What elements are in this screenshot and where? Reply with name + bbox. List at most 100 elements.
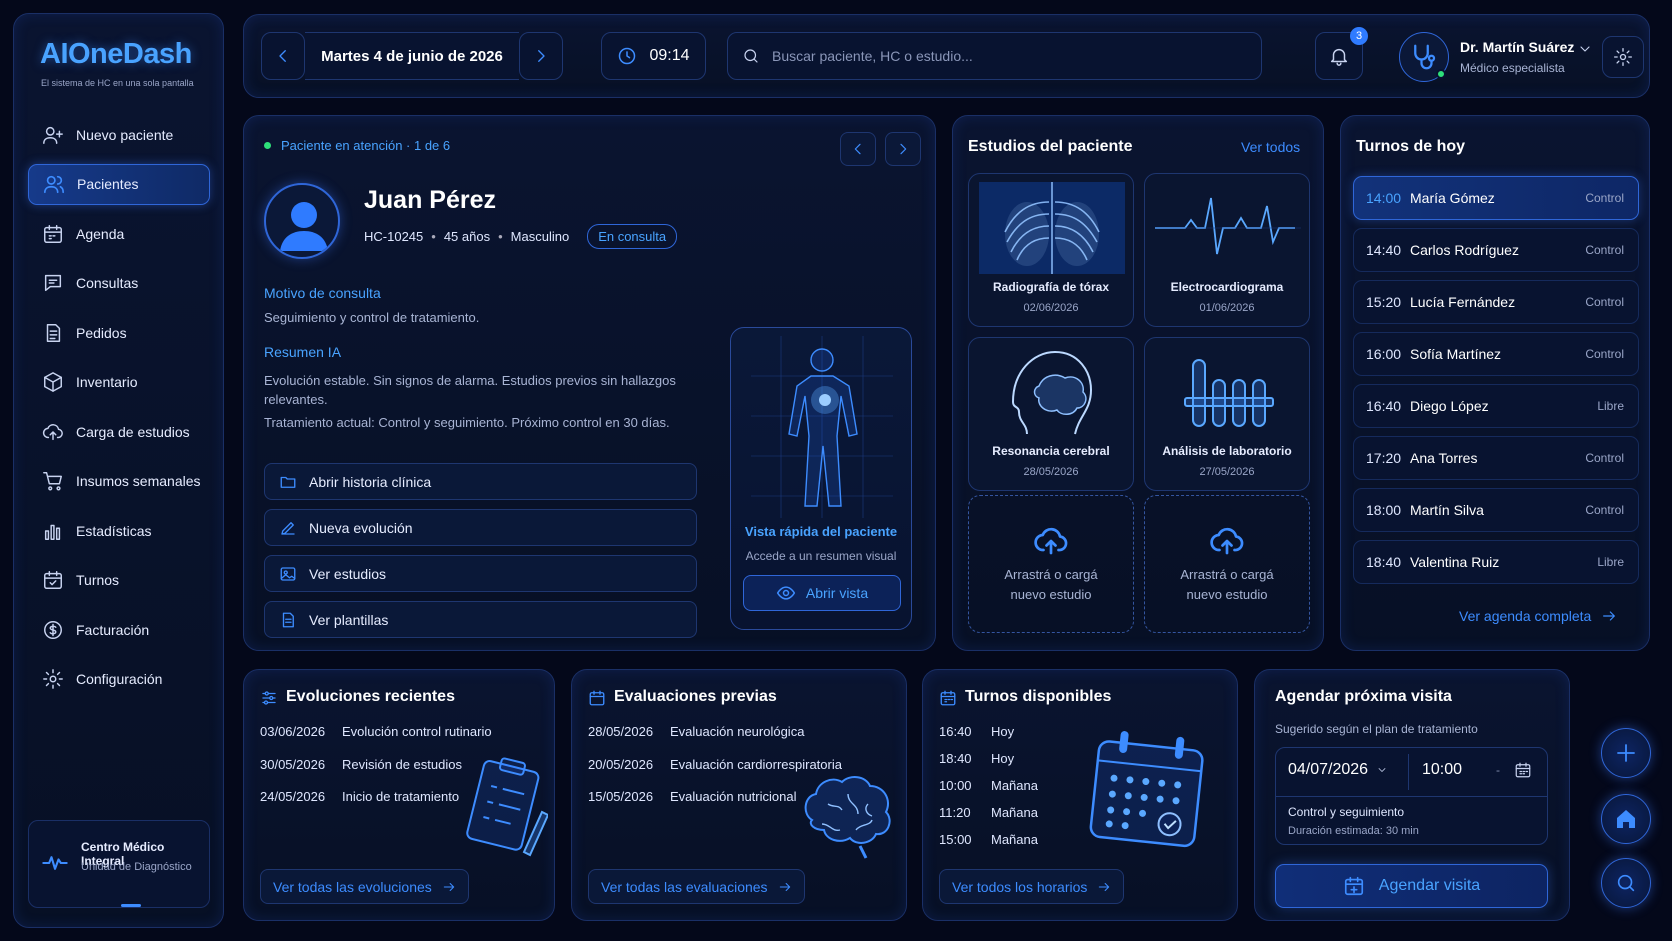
chevron-right-icon [538, 50, 545, 62]
turnos-panel: Turnos de hoy 14:00 María Gómez Control 14… [1340, 115, 1650, 651]
arrow-right-icon [1603, 611, 1616, 621]
study-card-radiografia[interactable]: Radiografía de tórax 02/06/2026 [968, 173, 1134, 327]
add-button[interactable] [1601, 728, 1651, 778]
sidebar-item-agenda[interactable]: Agenda [28, 213, 210, 254]
sidebar-item-carga-estudios[interactable]: Carga de estudios [28, 411, 210, 452]
calendar-icon [589, 690, 605, 706]
open-view-button[interactable]: Abrir vista [743, 575, 901, 611]
home-icon [1617, 810, 1635, 828]
notification-badge: 3 [1350, 27, 1368, 45]
upload-dropzone[interactable]: Arrastrá o cargá nuevo estudio [1144, 495, 1310, 633]
slot-row[interactable]: 16:40 Hoy [939, 724, 1014, 739]
sidebar-item-estadisticas[interactable]: Estadísticas [28, 510, 210, 551]
plus-icon [1617, 744, 1635, 762]
slot-day: Mañana [991, 805, 1038, 820]
next-patient-button[interactable] [885, 132, 921, 166]
gear-icon [1614, 48, 1632, 67]
upload-dropzone[interactable]: Arrastrá o cargá nuevo estudio [968, 495, 1134, 633]
slot-row[interactable]: 18:40 Hoy [939, 751, 1014, 766]
home-button[interactable] [1601, 794, 1651, 844]
schedule-visit-button[interactable]: Agendar visita [1275, 864, 1548, 908]
evolution-row[interactable]: 24/05/2026 Inicio de tratamiento [260, 789, 459, 804]
cloud-upload-icon [42, 423, 63, 440]
slot-row[interactable]: 15:00 Mañana [939, 832, 1038, 847]
view-all-evolutions-link[interactable]: Ver todas las evoluciones [260, 869, 469, 904]
slot-row[interactable]: 10:00 Mañana [939, 778, 1038, 793]
view-all-slots-link[interactable]: Ver todos los horarios [939, 869, 1125, 904]
turno-row[interactable]: 16:00 Sofía Martínez Control [1353, 332, 1639, 376]
new-evolution-button[interactable]: Nueva evolución [264, 509, 697, 546]
link-label: Ver todas las evoluciones [273, 878, 432, 895]
turno-patient: Lucía Fernández [1410, 294, 1516, 310]
row-date: 15/05/2026 [588, 789, 654, 804]
sidebar-item-label: Pedidos [76, 324, 127, 341]
sidebar-item-nuevo-paciente[interactable]: Nuevo paciente [28, 114, 210, 155]
current-time: 09:14 [649, 47, 690, 64]
notifications-button[interactable]: 3 [1315, 27, 1368, 80]
patient-sex: Masculino [510, 229, 570, 244]
study-date: 28/05/2026 [1023, 466, 1079, 478]
sidebar-item-inventario[interactable]: Inventario [28, 362, 210, 403]
app-logo[interactable]: AIOneDash [40, 38, 192, 71]
view-templates-button[interactable]: Ver plantillas [264, 601, 697, 638]
turno-patient: María Gómez [1410, 190, 1495, 206]
chevron-down-icon[interactable] [1577, 41, 1593, 57]
sidebar-item-facturacion[interactable]: Facturación [28, 609, 210, 650]
study-card-ecg[interactable]: Electrocardiograma 01/06/2026 [1144, 173, 1310, 327]
turno-row[interactable]: 15:20 Lucía Fernández Control [1353, 280, 1639, 324]
settings-button[interactable] [1602, 36, 1644, 78]
evaluation-row[interactable]: 15/05/2026 Evaluación nutricional [588, 789, 796, 804]
calendar-check-icon [44, 571, 62, 589]
calendar-icon[interactable] [1514, 761, 1532, 779]
turno-row[interactable]: 16:40 Diego López Libre [1353, 384, 1639, 428]
turno-row[interactable]: 14:00 María Gómez Control [1353, 176, 1639, 220]
center-card[interactable]: Centro Médico Integral Unidad de Diagnós… [28, 820, 210, 908]
sidebar-item-pedidos[interactable]: Pedidos [28, 312, 210, 353]
study-card-laboratorio[interactable]: Análisis de laboratorio 27/05/2026 [1144, 337, 1310, 491]
view-full-agenda-link[interactable]: Ver agenda completa [1459, 608, 1617, 624]
turno-row[interactable]: 17:20 Ana Torres Control [1353, 436, 1639, 480]
divider [1408, 754, 1409, 790]
action-label: Ver plantillas [309, 611, 389, 628]
status-dot [264, 142, 271, 149]
view-studies-button[interactable]: Ver estudios [264, 555, 697, 592]
evaluation-row[interactable]: 28/05/2026 Evaluación neurológica [588, 724, 804, 739]
turno-patient: Diego López [1410, 398, 1489, 414]
sidebar-item-insumos[interactable]: Insumos semanales [28, 461, 210, 502]
prev-patient-button[interactable] [840, 132, 876, 166]
slot-day: Hoy [991, 751, 1015, 766]
next-date-button[interactable] [519, 32, 563, 80]
sidebar-item-label: Carga de estudios [76, 423, 190, 440]
visit-type[interactable]: Control y seguimiento [1288, 805, 1404, 819]
prev-date-button[interactable] [261, 32, 305, 80]
search-input[interactable]: Buscar paciente, HC o estudio... [727, 32, 1262, 80]
turno-row[interactable]: 18:40 Valentina Ruiz Libre [1353, 540, 1639, 584]
sidebar: AIOneDash El sistema de HC en una sola p… [13, 13, 224, 928]
chevron-left-icon [854, 143, 861, 155]
disponibles-title: Turnos disponibles [965, 688, 1112, 705]
sidebar-item-turnos[interactable]: Turnos [28, 560, 210, 601]
view-all-studies-link[interactable]: Ver todos [1241, 139, 1300, 155]
open-history-button[interactable]: Abrir historia clínica [264, 463, 697, 500]
slot-row[interactable]: 11:20 Mañana [939, 805, 1038, 820]
turno-row[interactable]: 18:00 Martín Silva Control [1353, 488, 1639, 532]
evolution-row[interactable]: 03/06/2026 Evolución control rutinario [260, 724, 492, 739]
sidebar-item-pacientes[interactable]: Pacientes [28, 163, 210, 205]
user-name[interactable]: Dr. Martín Suárez [1460, 39, 1574, 55]
visit-date-select[interactable]: 04/07/2026 [1288, 761, 1388, 779]
document-icon [46, 323, 61, 342]
turno-row[interactable]: 14:40 Carlos Rodríguez Control [1353, 228, 1639, 272]
turno-type: Control [1585, 295, 1624, 309]
turno-patient: Sofía Martínez [1410, 346, 1502, 362]
avatar[interactable] [1399, 32, 1449, 82]
study-card-resonancia[interactable]: Resonancia cerebral 28/05/2026 [968, 337, 1134, 491]
sidebar-item-consultas[interactable]: Consultas [28, 263, 210, 304]
user-plus-icon [43, 126, 63, 144]
calendar-plus-icon [1344, 876, 1363, 896]
evolution-row[interactable]: 30/05/2026 Revisión de estudios [260, 757, 462, 772]
sidebar-item-configuracion[interactable]: Configuración [28, 659, 210, 700]
evaluation-row[interactable]: 20/05/2026 Evaluación cardiorrespiratoria [588, 757, 842, 772]
visit-time-input[interactable]: 10:00 - [1422, 761, 1500, 779]
view-all-evaluations-link[interactable]: Ver todas las evaluaciones [588, 869, 805, 904]
search-button[interactable] [1601, 858, 1651, 908]
